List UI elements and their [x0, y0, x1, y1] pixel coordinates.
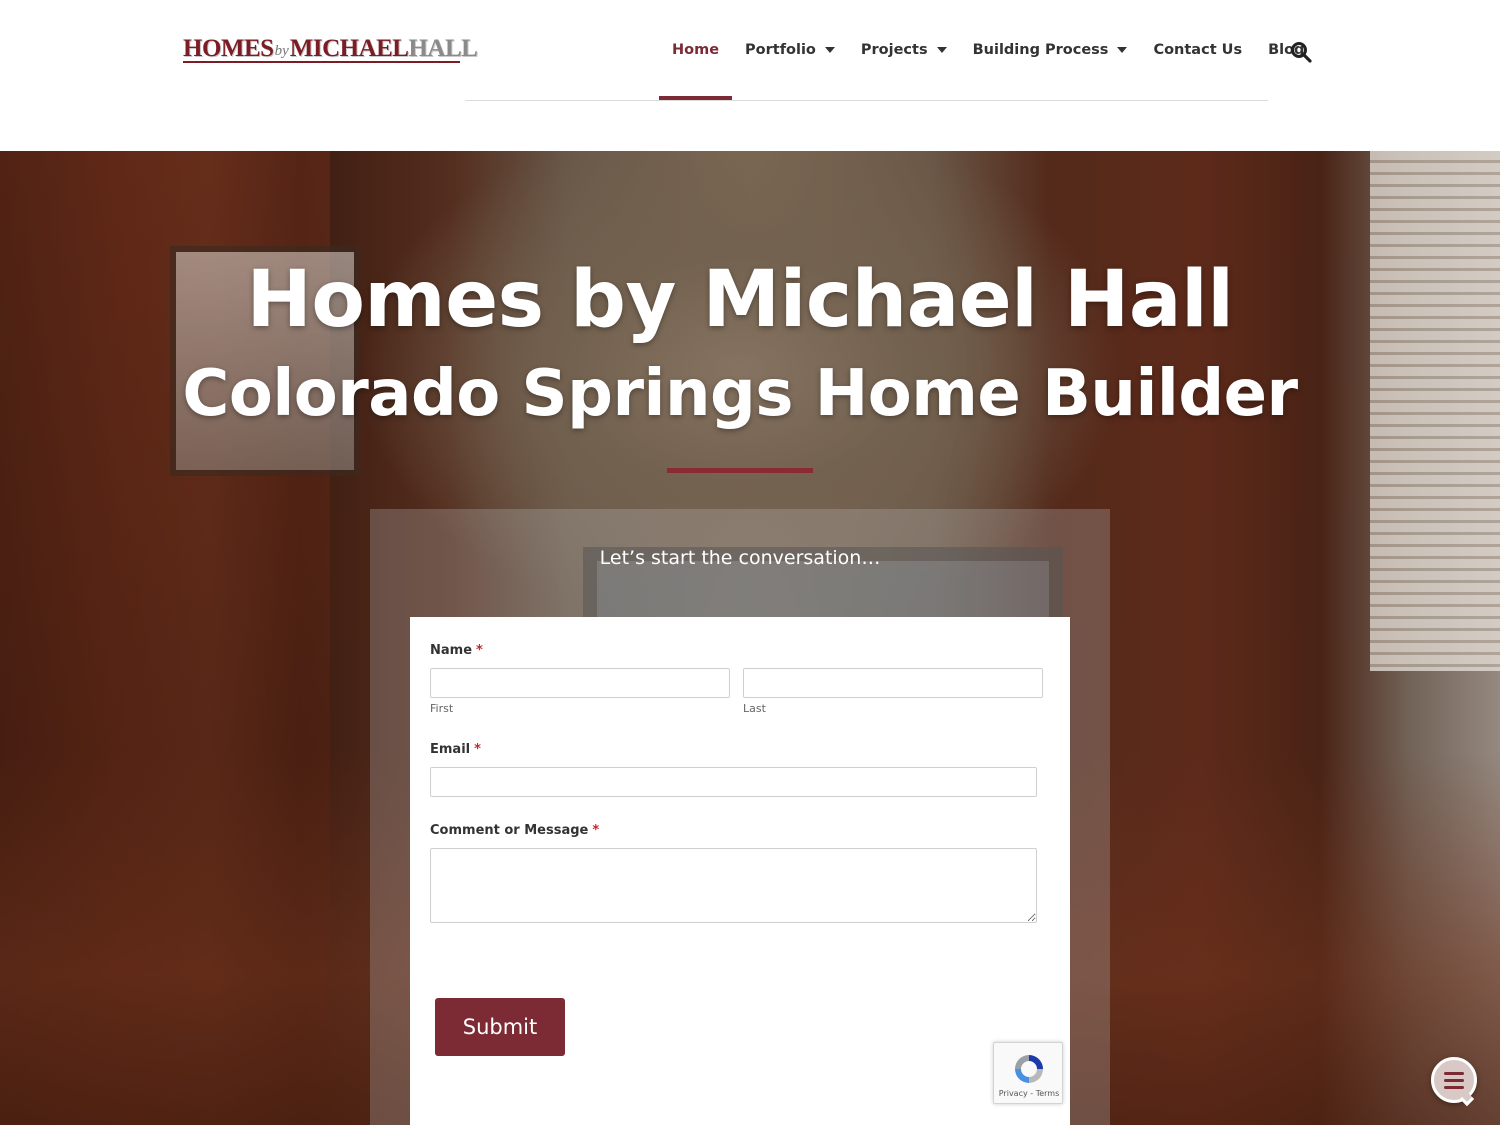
logo-underline — [183, 61, 460, 63]
email-input[interactable] — [430, 767, 1037, 797]
chat-menu-icon — [1444, 1086, 1464, 1089]
first-name-sublabel: First — [430, 702, 454, 715]
chat-widget-button[interactable] — [1431, 1057, 1477, 1107]
name-label-text: Name — [430, 643, 473, 658]
chat-menu-icon — [1444, 1079, 1464, 1082]
recaptcha-links[interactable]: Privacy - Terms — [994, 1089, 1064, 1098]
message-label-text: Comment or Message — [430, 823, 589, 838]
hero-accent-divider — [667, 468, 813, 473]
nav-item-label: Home — [672, 42, 720, 58]
recaptcha-badge[interactable]: Privacy - Terms — [993, 1042, 1063, 1104]
nav-item-label: Projects — [860, 42, 928, 58]
message-textarea[interactable] — [430, 848, 1037, 923]
contact-form: Name * First Last Email * Comment or Messa… — [410, 617, 1070, 1125]
name-label: Name * — [430, 643, 483, 658]
message-label: Comment or Message * — [430, 823, 599, 838]
last-name-sublabel: Last — [743, 702, 766, 715]
first-name-input[interactable] — [430, 668, 730, 698]
required-mark: * — [592, 823, 600, 838]
form-intro-text: Let’s start the conversation… — [599, 547, 881, 569]
chevron-down-icon — [936, 47, 947, 53]
nav-item-label: Contact Us — [1153, 42, 1243, 58]
chat-menu-icon — [1444, 1072, 1464, 1075]
last-name-input[interactable] — [743, 668, 1043, 698]
main-nav: Home Portfolio Projects Building Process… — [659, 0, 1317, 100]
hero-title: Homes by Michael Hall — [246, 255, 1234, 345]
contact-form-panel: Let’s start the conversation… Name * Firs… — [370, 509, 1110, 1125]
nav-item-label: Building Process — [972, 42, 1109, 58]
submit-button[interactable]: Submit — [435, 998, 565, 1056]
recaptcha-icon — [1015, 1055, 1043, 1083]
nav-item-projects[interactable]: Projects — [848, 0, 960, 100]
chevron-down-icon — [1117, 47, 1128, 53]
nav-item-building-process[interactable]: Building Process — [960, 0, 1141, 100]
site-logo[interactable]: HOMES by MICHAEL HALL — [183, 33, 478, 63]
chevron-down-icon — [824, 47, 835, 53]
logo-word-michael: MICHAEL — [289, 34, 409, 62]
search-icon[interactable] — [1290, 41, 1312, 63]
site-header: HOMES by MICHAEL HALL Home Portfolio Pro… — [0, 0, 1500, 151]
nav-divider — [465, 100, 1268, 101]
hero-section: Homes by Michael Hall Colorado Springs H… — [0, 151, 1500, 1125]
hero-subtitle: Colorado Springs Home Builder — [182, 357, 1298, 431]
nav-item-portfolio[interactable]: Portfolio — [732, 0, 848, 100]
nav-item-home[interactable]: Home — [659, 0, 733, 100]
nav-item-contact-us[interactable]: Contact Us — [1140, 0, 1255, 100]
nav-item-label: Portfolio — [745, 42, 816, 58]
email-label: Email * — [430, 742, 481, 757]
required-mark: * — [474, 742, 481, 757]
logo-word-homes: HOMES — [183, 34, 274, 62]
logo-word-by: by — [274, 42, 289, 59]
email-label-text: Email — [430, 742, 471, 757]
required-mark: * — [476, 643, 483, 658]
logo-word-hall: HALL — [408, 34, 478, 62]
